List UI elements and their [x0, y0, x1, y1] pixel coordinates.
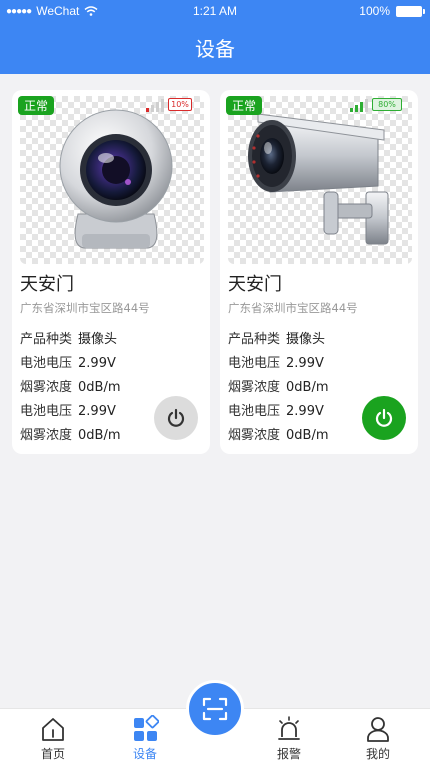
device-card[interactable]: 正常 10% 天安门 广东省深圳市宝区路44号 产品种类 摄像头 电池电压 2.99… — [12, 90, 210, 454]
info-label: 电池电压 — [20, 404, 73, 419]
status-bar: ●●●●● WeChat 1:21 AM 100% — [0, 0, 430, 24]
info-label: 烟雾浓度 — [20, 428, 73, 443]
alarm-icon — [278, 716, 300, 740]
battery-level-badge: 80% — [372, 98, 402, 111]
power-icon — [167, 408, 185, 427]
device-name: 天安门 — [20, 274, 74, 295]
signal-strength-icon — [350, 99, 368, 112]
device-card[interactable]: 正常 80% 天安门 广东省深圳市宝区路44号 产品种类 摄像头 电池电压 2.99… — [220, 90, 418, 454]
info-row: 电池电压 2.99V — [228, 400, 329, 424]
device-address: 广东省深圳市宝区路44号 — [20, 301, 150, 315]
info-row: 产品种类 摄像头 — [20, 328, 121, 352]
power-icon — [375, 408, 393, 427]
info-row: 烟雾浓度 0dB/m — [20, 424, 121, 448]
info-value: 0dB/m — [78, 428, 121, 443]
webcam-icon — [59, 109, 173, 249]
info-row: 烟雾浓度 0dB/m — [228, 424, 329, 448]
info-row: 烟雾浓度 0dB/m — [20, 376, 121, 400]
info-label: 产品种类 — [228, 332, 281, 347]
tab-label: 我的 — [365, 747, 390, 761]
tab-devices[interactable]: 设备 — [105, 709, 185, 765]
info-label: 电池电压 — [228, 356, 281, 371]
info-value: 0dB/m — [286, 380, 329, 395]
power-toggle-button[interactable] — [362, 396, 406, 440]
signal-strength-icon — [146, 99, 164, 112]
info-value: 2.99V — [286, 404, 324, 419]
scan-button[interactable] — [186, 680, 244, 738]
scan-icon — [202, 697, 228, 721]
tab-alarm[interactable]: 报警 — [249, 709, 329, 765]
info-value: 摄像头 — [78, 332, 118, 347]
status-badge: 正常 — [18, 96, 55, 115]
info-row: 电池电压 2.99V — [228, 352, 329, 376]
user-icon — [367, 717, 389, 742]
battery-icon — [396, 5, 425, 17]
info-row: 电池电压 2.99V — [20, 352, 121, 376]
info-label: 电池电压 — [20, 356, 73, 371]
tab-label: 报警 — [276, 747, 301, 761]
tab-profile[interactable]: 我的 — [338, 709, 418, 765]
info-value: 2.99V — [286, 356, 324, 371]
battery-level-badge: 10% — [168, 98, 192, 111]
device-info-list: 产品种类 摄像头 电池电压 2.99V 烟雾浓度 0dB/m 电池电压 2.99V 烟雾… — [20, 328, 121, 448]
tab-home[interactable]: 首页 — [13, 709, 93, 765]
info-value: 摄像头 — [286, 332, 326, 347]
page-title: 设备 — [0, 24, 430, 74]
power-toggle-button[interactable] — [154, 396, 198, 440]
device-address: 广东省深圳市宝区路44号 — [228, 301, 358, 315]
device-name: 天安门 — [228, 274, 282, 295]
info-value: 0dB/m — [78, 380, 121, 395]
device-image — [20, 96, 204, 264]
devices-grid-icon — [134, 715, 159, 741]
info-value: 0dB/m — [286, 428, 329, 443]
tab-label: 设备 — [132, 747, 157, 761]
battery-status: 100% — [359, 4, 425, 18]
info-label: 烟雾浓度 — [228, 380, 281, 395]
info-row: 烟雾浓度 0dB/m — [228, 376, 329, 400]
info-value: 2.99V — [78, 356, 116, 371]
device-image — [228, 96, 412, 264]
info-value: 2.99V — [78, 404, 116, 419]
home-icon — [42, 718, 64, 741]
battery-percent: 100% — [359, 4, 390, 18]
info-row: 电池电压 2.99V — [20, 400, 121, 424]
bullet-camera-icon — [248, 113, 389, 245]
info-label: 产品种类 — [20, 332, 73, 347]
info-label: 烟雾浓度 — [20, 380, 73, 395]
info-label: 烟雾浓度 — [228, 428, 281, 443]
info-row: 产品种类 摄像头 — [228, 328, 329, 352]
status-badge: 正常 — [226, 96, 263, 115]
device-info-list: 产品种类 摄像头 电池电压 2.99V 烟雾浓度 0dB/m 电池电压 2.99V 烟雾… — [228, 328, 329, 448]
tab-label: 首页 — [40, 747, 65, 761]
info-label: 电池电压 — [228, 404, 281, 419]
